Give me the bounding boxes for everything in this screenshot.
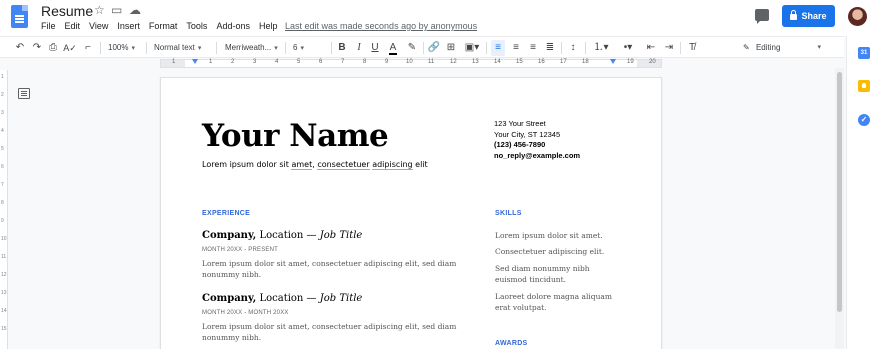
font-select[interactable]: Merriweath... bbox=[225, 40, 281, 56]
insert-image-icon[interactable]: ▣▾ bbox=[461, 40, 483, 56]
font-size-select[interactable]: 6 bbox=[293, 40, 329, 56]
italic-button[interactable]: I bbox=[353, 40, 365, 56]
contact-street: 123 Your Street bbox=[494, 119, 546, 128]
tasks-icon[interactable]: ✓ bbox=[858, 114, 870, 126]
numbered-list-icon[interactable]: ⒈▾ bbox=[590, 40, 612, 56]
align-left-icon[interactable]: ≡ bbox=[491, 40, 505, 56]
share-label: Share bbox=[801, 11, 827, 21]
cloud-status-icon[interactable]: ☁ bbox=[129, 3, 141, 17]
keep-icon[interactable] bbox=[858, 80, 870, 92]
scroll-thumb[interactable] bbox=[837, 72, 842, 312]
text-color-button[interactable]: A bbox=[387, 40, 399, 56]
bold-button[interactable]: B bbox=[336, 40, 348, 56]
contact-phone: (123) 456-7890 bbox=[494, 140, 546, 149]
link-icon[interactable]: 🔗 bbox=[427, 40, 441, 56]
document-title[interactable]: Resume bbox=[41, 3, 93, 19]
undo-icon[interactable]: ↶ bbox=[13, 40, 27, 56]
menu-view[interactable]: View bbox=[89, 20, 108, 32]
menu-add-ons[interactable]: Add-ons bbox=[216, 20, 250, 32]
share-button[interactable]: Share bbox=[782, 5, 835, 27]
skill-item[interactable]: Sed diam nonummy nibh euismod tincidunt. bbox=[495, 263, 615, 285]
comment-history-icon[interactable] bbox=[755, 9, 769, 24]
style-select[interactable]: Normal text bbox=[154, 40, 212, 56]
move-folder-icon[interactable]: ▭ bbox=[111, 3, 122, 17]
redo-icon[interactable]: ↷ bbox=[30, 40, 44, 56]
increase-indent-icon[interactable]: ⇥ bbox=[662, 40, 676, 56]
menu-file[interactable]: File bbox=[41, 20, 56, 32]
docs-app: Resume ☆ ▭ ☁ File Edit View Insert Forma… bbox=[0, 0, 880, 349]
calendar-icon[interactable]: 31 bbox=[858, 47, 870, 59]
zoom-select[interactable]: 100% bbox=[108, 40, 144, 56]
document-outline-icon[interactable] bbox=[18, 88, 30, 99]
contact-city: Your City, ST 12345 bbox=[494, 129, 561, 139]
menu-edit[interactable]: Edit bbox=[65, 20, 81, 32]
highlight-icon[interactable]: ✎ bbox=[405, 40, 419, 56]
left-indent-marker[interactable] bbox=[192, 59, 198, 64]
line-spacing-icon[interactable]: ↕ bbox=[566, 40, 580, 56]
avatar[interactable] bbox=[848, 7, 867, 26]
horizontal-ruler[interactable]: 1 1 2 3 4 5 6 7 8 9 10 11 12 13 14 15 16… bbox=[160, 59, 662, 68]
experience-heading[interactable]: EXPERIENCE bbox=[202, 210, 250, 217]
decrease-indent-icon[interactable]: ⇤ bbox=[644, 40, 658, 56]
print-icon[interactable]: ⎙ bbox=[46, 40, 60, 56]
awards-heading[interactable]: AWARDS bbox=[495, 340, 528, 347]
editing-mode-select[interactable]: ✎ Editing ▾ bbox=[743, 40, 823, 56]
title-bar: Resume ☆ ▭ ☁ File Edit View Insert Forma… bbox=[0, 0, 880, 36]
align-center-icon[interactable]: ≡ bbox=[509, 40, 523, 56]
align-right-icon[interactable]: ≡ bbox=[526, 40, 540, 56]
skill-item[interactable]: Laoreet dolore magna aliquam erat volutp… bbox=[495, 291, 615, 313]
contact-block[interactable]: 123 Your Street Your City, ST 12345 (123… bbox=[494, 119, 580, 161]
chevron-down-icon: ▾ bbox=[817, 44, 821, 51]
job-2-dates[interactable]: MONTH 20XX - MONTH 20XX bbox=[202, 310, 289, 316]
job-2-title[interactable]: Company, Location — Job Title bbox=[202, 293, 362, 304]
resume-tagline[interactable]: Lorem ipsum dolor sit amet, consectetuer… bbox=[202, 160, 428, 170]
add-comment-icon[interactable]: ⊞ bbox=[444, 40, 458, 56]
lock-icon bbox=[790, 10, 798, 20]
job-2-description[interactable]: Lorem ipsum dolor sit amet, consectetuer… bbox=[202, 321, 457, 343]
resume-name[interactable]: Your Name bbox=[202, 118, 389, 154]
vertical-ruler[interactable]: 1 2 3 4 5 6 7 8 9 10 11 12 13 14 15 bbox=[0, 70, 8, 349]
align-justify-icon[interactable]: ≣ bbox=[543, 40, 557, 56]
skill-item[interactable]: Consectetuer adipiscing elit. bbox=[495, 246, 615, 257]
job-1-description[interactable]: Lorem ipsum dolor sit amet, consectetuer… bbox=[202, 258, 457, 280]
menu-format[interactable]: Format bbox=[149, 20, 178, 32]
menu-bar: File Edit View Insert Format Tools Add-o… bbox=[41, 20, 286, 32]
document-page[interactable]: Your Name Lorem ipsum dolor sit amet, co… bbox=[160, 77, 662, 349]
right-indent-marker[interactable] bbox=[610, 59, 616, 64]
menu-tools[interactable]: Tools bbox=[186, 20, 207, 32]
skills-heading[interactable]: SKILLS bbox=[495, 210, 522, 217]
contact-email: no_reply@example.com bbox=[494, 150, 581, 160]
skill-item[interactable]: Lorem ipsum dolor sit amet. bbox=[495, 230, 615, 241]
menu-help[interactable]: Help bbox=[259, 20, 278, 32]
job-1-title[interactable]: Company, Location — Job Title bbox=[202, 230, 362, 241]
vertical-scrollbar[interactable] bbox=[835, 68, 844, 349]
toolbar: ↶ ↷ ⎙ A✓ ⌐ 100% Normal text Merriweath..… bbox=[0, 36, 844, 58]
menu-insert[interactable]: Insert bbox=[117, 20, 140, 32]
paint-format-icon[interactable]: ⌐ bbox=[81, 40, 95, 56]
side-panel: 31 ✓ bbox=[846, 36, 880, 349]
star-icon[interactable]: ☆ bbox=[94, 3, 105, 17]
last-edit-link[interactable]: Last edit was made seconds ago by anonym… bbox=[285, 20, 477, 32]
bulleted-list-icon[interactable]: •▾ bbox=[617, 40, 639, 56]
job-1-dates[interactable]: MONTH 20XX - PRESENT bbox=[202, 247, 278, 253]
clear-formatting-icon[interactable]: T̸ bbox=[685, 40, 699, 56]
docs-logo-icon[interactable] bbox=[11, 5, 28, 28]
spellcheck-icon[interactable]: A✓ bbox=[63, 40, 77, 56]
pencil-icon: ✎ bbox=[743, 43, 750, 52]
underline-button[interactable]: U bbox=[369, 40, 381, 56]
